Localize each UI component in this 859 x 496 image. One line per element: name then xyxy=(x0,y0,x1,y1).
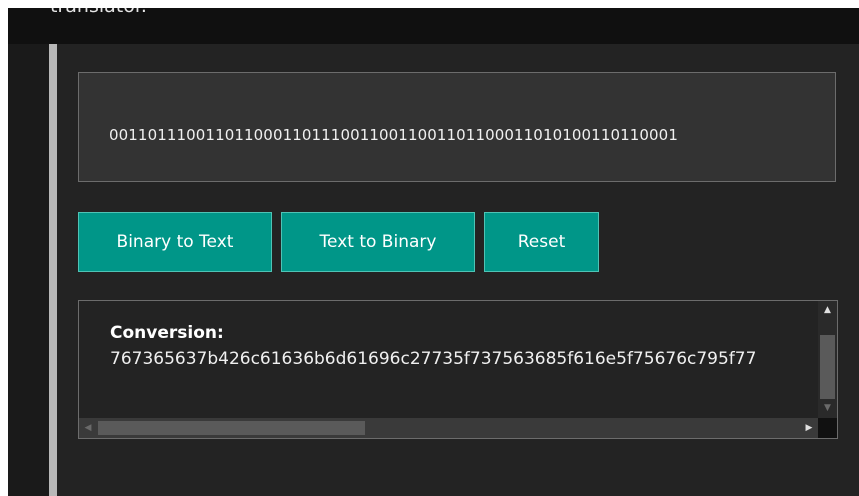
scroll-up-arrow-icon[interactable]: ▲ xyxy=(818,301,837,318)
horizontal-scroll-thumb[interactable] xyxy=(98,421,365,435)
page: translator. 0011011100110110001101110011… xyxy=(0,0,859,496)
binary-input-field[interactable]: 0011011100110110001101110011001100110110… xyxy=(78,72,836,182)
vertical-scrollbar[interactable]: ▲ ▼ xyxy=(818,301,837,418)
vertical-scroll-thumb[interactable] xyxy=(820,335,835,399)
binary-to-text-button[interactable]: Binary to Text xyxy=(78,212,272,272)
text-to-binary-button[interactable]: Text to Binary xyxy=(281,212,475,272)
header-partial-text: translator. xyxy=(50,8,147,17)
header-band: translator. xyxy=(8,8,859,44)
left-accent-bar xyxy=(49,44,57,496)
scroll-left-arrow-icon[interactable]: ◀ xyxy=(79,418,97,438)
scroll-right-arrow-icon[interactable]: ▶ xyxy=(800,418,818,438)
conversion-label: Conversion: xyxy=(110,323,224,343)
binary-input-value: 0011011100110110001101110011001100110110… xyxy=(109,126,678,144)
conversion-output-area[interactable]: Conversion: 767365637b426c61636b6d61696c… xyxy=(78,300,838,439)
scroll-down-arrow-icon[interactable]: ▼ xyxy=(818,399,837,416)
scrollbar-corner xyxy=(818,418,837,438)
reset-button[interactable]: Reset xyxy=(484,212,599,272)
conversion-value: 767365637b426c61636b6d61696c27735f737563… xyxy=(110,349,757,369)
horizontal-scrollbar[interactable]: ◀ ▶ xyxy=(79,418,818,438)
